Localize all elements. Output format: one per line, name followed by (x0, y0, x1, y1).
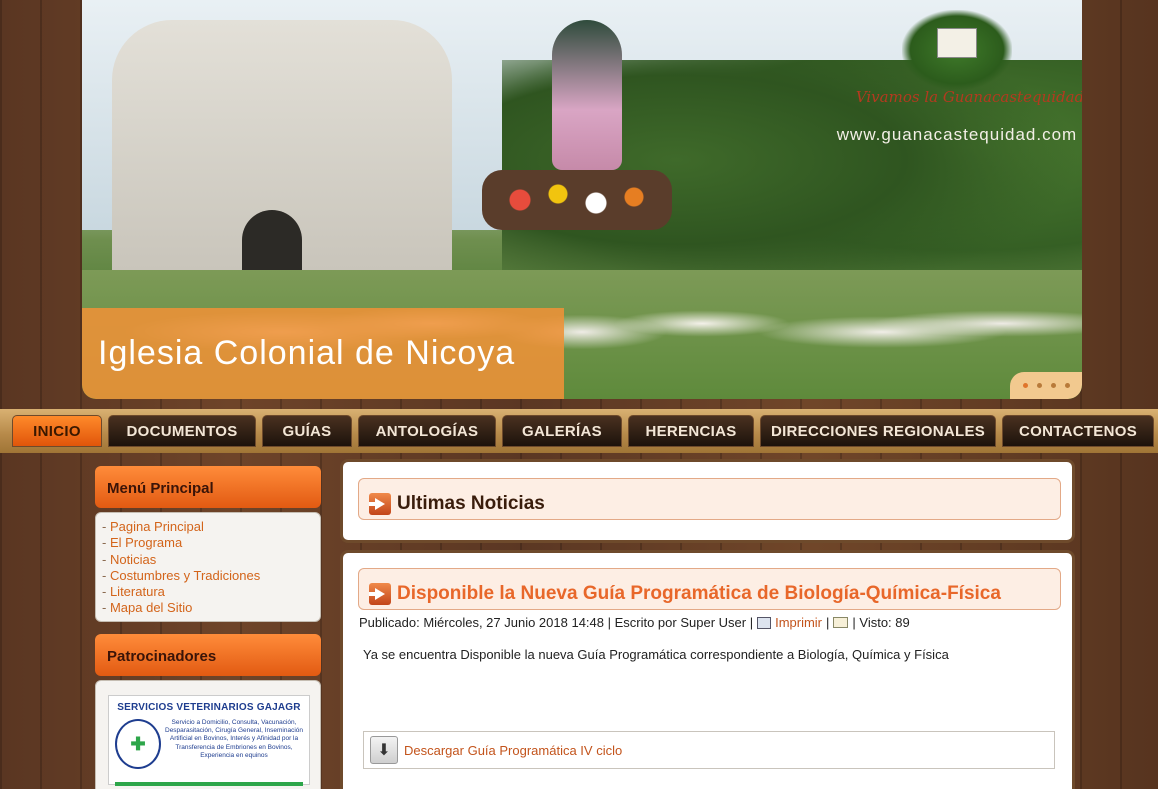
menu-item-el-programa[interactable]: El Programa (102, 535, 320, 551)
sponsor-description: Servicio a Domicilio, Consulta, Vacunaci… (165, 719, 304, 759)
latest-news-titlebar: Ultimas Noticias (358, 478, 1061, 520)
download-box: ⬇ Descargar Guía Programática IV ciclo (363, 731, 1055, 769)
slide-dot-3[interactable] (1050, 383, 1056, 388)
patrocinadores-box: SERVICIOS VETERINARIOS GAJAGR ✚ Servicio… (95, 680, 321, 789)
nav-direcciones-regionales[interactable]: DIRECCIONES REGIONALES (760, 415, 996, 447)
download-link[interactable]: Descargar Guía Programática IV ciclo (404, 743, 622, 758)
menu-item-costumbres[interactable]: Costumbres y Tradiciones (102, 568, 320, 584)
veterinary-cross-icon: ✚ (115, 719, 161, 769)
arrow-right-icon (369, 493, 391, 515)
slide-dot-1[interactable] (1022, 383, 1028, 388)
meta-separator: | (826, 615, 830, 630)
nav-inicio[interactable]: INICIO (12, 415, 102, 447)
article-box: Disponible la Nueva Guía Programática de… (340, 550, 1075, 789)
latest-news-box: Ultimas Noticias (340, 459, 1075, 543)
banner-statue (552, 20, 622, 170)
print-icon[interactable] (757, 616, 772, 629)
menu-principal-box: Pagina Principal El Programa Noticias Co… (95, 512, 321, 622)
slide-dot-4[interactable] (1064, 383, 1070, 388)
banner-caption: Iglesia Colonial de Nicoya (82, 308, 564, 399)
main-menu-list: Pagina Principal El Programa Noticias Co… (96, 513, 320, 617)
logo-slogan: Vivamos la Guanacastequidad (855, 88, 1082, 106)
site-logo[interactable]: Vivamos la Guanacastequidad www.guanacas… (837, 10, 1082, 144)
sponsor-banner[interactable]: SERVICIOS VETERINARIOS GAJAGR ✚ Servicio… (108, 695, 310, 786)
download-icon[interactable]: ⬇ (370, 736, 398, 764)
sponsor-name: SERVICIOS VETERINARIOS GAJAGR (117, 702, 301, 713)
article-title[interactable]: Disponible la Nueva Guía Programática de… (397, 583, 1001, 605)
logo-url: www.guanacastequidad.com (836, 125, 1078, 144)
menu-item-mapa-sitio[interactable]: Mapa del Sitio (102, 600, 320, 616)
sponsor-bar (115, 782, 303, 786)
email-icon[interactable] (833, 617, 849, 628)
menu-item-literatura[interactable]: Literatura (102, 584, 320, 600)
banner-flowers (482, 170, 672, 230)
nav-guias[interactable]: GUÍAS (262, 415, 352, 447)
logo-book-icon (937, 28, 977, 58)
menu-item-pagina-principal[interactable]: Pagina Principal (102, 519, 320, 535)
article-views: | Visto: 89 (852, 615, 910, 630)
article-published: Publicado: Miércoles, 27 Junio 2018 14:4… (359, 615, 754, 630)
arrow-right-icon (369, 583, 391, 605)
nav-antologias[interactable]: ANTOLOGÍAS (358, 415, 496, 447)
article-body: Ya se encuentra Disponible la nueva Guía… (363, 647, 949, 662)
article-meta: Publicado: Miércoles, 27 Junio 2018 14:4… (359, 615, 910, 630)
article-titlebar: Disponible la Nueva Guía Programática de… (358, 568, 1061, 610)
nav-contactenos[interactable]: CONTACTENOS (1002, 415, 1154, 447)
main-navbar: INICIO DOCUMENTOS GUÍAS ANTOLOGÍAS GALER… (0, 409, 1158, 453)
slide-dot-2[interactable] (1036, 383, 1042, 388)
header-banner: Iglesia Colonial de Nicoya Vivamos la Gu… (82, 0, 1082, 399)
slideshow-dots[interactable] (1010, 372, 1082, 399)
menu-item-noticias[interactable]: Noticias (102, 552, 320, 568)
patrocinadores-header: Patrocinadores (95, 634, 321, 676)
nav-documentos[interactable]: DOCUMENTOS (108, 415, 256, 447)
print-link[interactable]: Imprimir (775, 615, 822, 630)
menu-principal-header: Menú Principal (95, 466, 321, 508)
nav-galerias[interactable]: GALERÍAS (502, 415, 622, 447)
nav-herencias[interactable]: HERENCIAS (628, 415, 754, 447)
section-title: Ultimas Noticias (397, 493, 545, 514)
